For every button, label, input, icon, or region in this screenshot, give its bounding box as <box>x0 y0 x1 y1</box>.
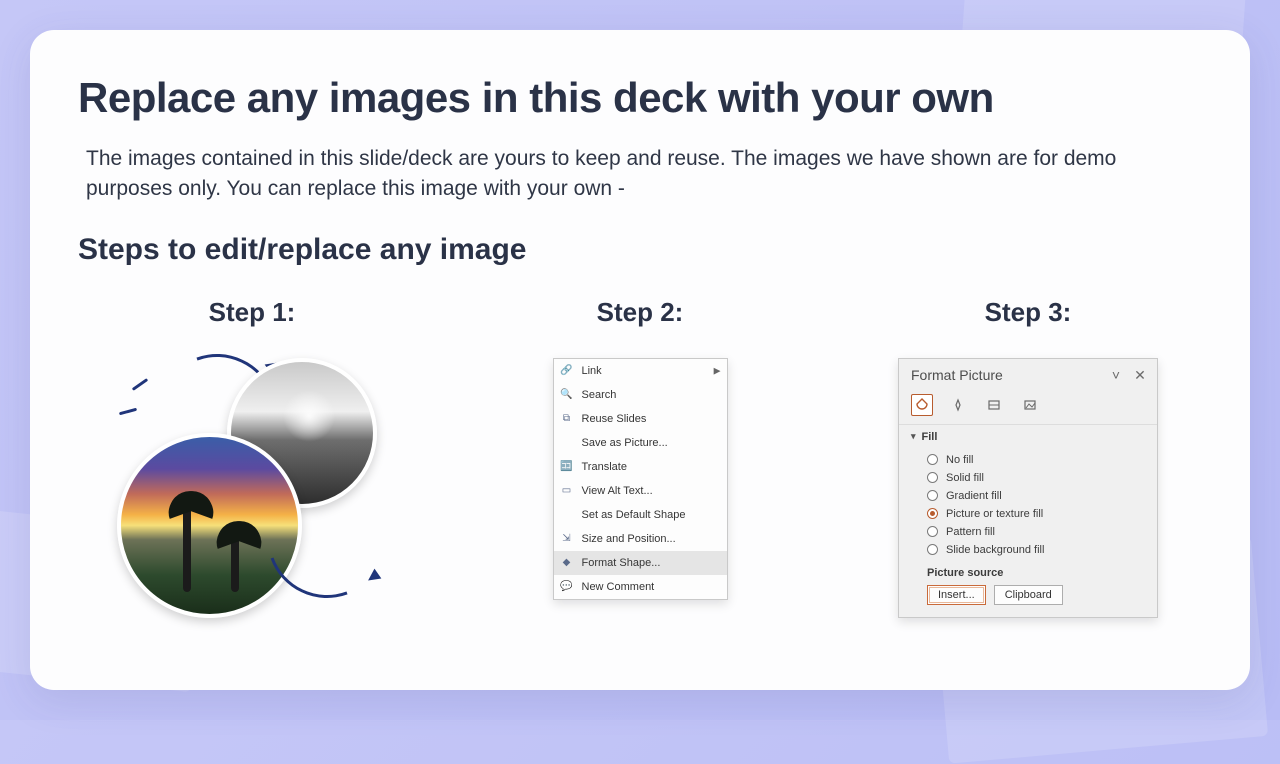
radio-icon <box>927 454 938 465</box>
tab-fill-icon[interactable] <box>911 394 933 416</box>
option-label: Pattern fill <box>946 526 995 538</box>
panel-title: Format Picture <box>911 367 1003 383</box>
menu-default-shape[interactable]: Set as Default Shape <box>554 503 727 527</box>
radio-icon <box>927 544 938 555</box>
step-3-label: Step 3: <box>985 297 1072 328</box>
option-solid-fill[interactable]: Solid fill <box>911 469 1145 487</box>
tab-picture-icon[interactable] <box>1019 394 1041 416</box>
alt-text-icon: ▭ <box>560 484 574 498</box>
close-icon[interactable]: ✕ <box>1133 367 1147 384</box>
menu-item-label: Search <box>582 389 617 401</box>
steps-row: Step 1: Step 2: 🔗 Link <box>78 297 1202 618</box>
menu-item-label: Set as Default Shape <box>582 509 686 521</box>
menu-save-as-picture[interactable]: Save as Picture... <box>554 431 727 455</box>
option-gradient-fill[interactable]: Gradient fill <box>911 487 1145 505</box>
tab-size-icon[interactable] <box>983 394 1005 416</box>
blank-icon <box>560 436 574 450</box>
insert-button[interactable]: Insert... <box>927 585 986 605</box>
slide-subtitle: Steps to edit/replace any image <box>78 233 1202 267</box>
menu-alt-text[interactable]: ▭ View Alt Text... <box>554 479 727 503</box>
clipboard-button[interactable]: Clipboard <box>994 585 1063 605</box>
option-label: Solid fill <box>946 472 984 484</box>
menu-format-shape[interactable]: ◆ Format Shape... <box>554 551 727 575</box>
slide-title: Replace any images in this deck with you… <box>78 74 1202 122</box>
tab-effects-icon[interactable] <box>947 394 969 416</box>
comment-icon: 💬 <box>560 580 574 594</box>
size-icon: ⇲ <box>560 532 574 546</box>
link-icon: 🔗 <box>560 364 574 378</box>
menu-link[interactable]: 🔗 Link ▶ <box>554 359 727 383</box>
collapse-icon[interactable]: ˅ <box>1109 367 1123 383</box>
source-buttons: Insert... Clipboard <box>911 585 1145 605</box>
search-icon: 🔍 <box>560 388 574 402</box>
panel-tabs <box>899 390 1157 424</box>
menu-item-label: Reuse Slides <box>582 413 647 425</box>
option-label: No fill <box>946 454 974 466</box>
menu-item-label: Save as Picture... <box>582 437 668 449</box>
step-2-label: Step 2: <box>597 297 684 328</box>
option-pattern-fill[interactable]: Pattern fill <box>911 523 1145 541</box>
slide-card: Replace any images in this deck with you… <box>30 30 1250 690</box>
option-picture-fill[interactable]: Picture or texture fill <box>911 505 1145 523</box>
option-label: Picture or texture fill <box>946 508 1043 520</box>
menu-reuse-slides[interactable]: ⧉ Reuse Slides <box>554 407 727 431</box>
translate-icon: 🈁 <box>560 460 574 474</box>
menu-size-position[interactable]: ⇲ Size and Position... <box>554 527 727 551</box>
radio-icon <box>927 508 938 519</box>
reuse-icon: ⧉ <box>560 412 574 426</box>
step-1: Step 1: <box>78 297 426 618</box>
context-menu: 🔗 Link ▶ 🔍 Search ⧉ Reuse Slides Save as… <box>553 358 728 600</box>
submenu-arrow-icon: ▶ <box>714 365 721 376</box>
step-3: Step 3: Format Picture ˅ ✕ <box>854 297 1202 618</box>
format-picture-panel: Format Picture ˅ ✕ <box>898 358 1158 618</box>
menu-item-label: View Alt Text... <box>582 485 653 497</box>
panel-header: Format Picture ˅ ✕ <box>899 359 1157 390</box>
radio-icon <box>927 472 938 483</box>
section-title: Fill <box>922 431 938 443</box>
menu-new-comment[interactable]: 💬 New Comment <box>554 575 727 599</box>
radio-icon <box>927 490 938 501</box>
option-label: Slide background fill <box>946 544 1044 556</box>
menu-search[interactable]: 🔍 Search <box>554 383 727 407</box>
step-1-label: Step 1: <box>209 297 296 328</box>
blank-icon <box>560 508 574 522</box>
option-slide-bg-fill[interactable]: Slide background fill <box>911 541 1145 559</box>
format-icon: ◆ <box>560 556 574 570</box>
fill-section: Fill No fill Solid fill Gradient fill <box>899 424 1157 617</box>
option-no-fill[interactable]: No fill <box>911 451 1145 469</box>
section-header[interactable]: Fill <box>911 431 1145 443</box>
slide-description: The images contained in this slide/deck … <box>86 144 1194 205</box>
radio-icon <box>927 526 938 537</box>
menu-item-label: Link <box>582 365 602 377</box>
menu-item-label: Format Shape... <box>582 557 661 569</box>
step-1-illustration <box>117 358 387 618</box>
menu-item-label: New Comment <box>582 581 655 593</box>
menu-translate[interactable]: 🈁 Translate <box>554 455 727 479</box>
menu-item-label: Size and Position... <box>582 533 676 545</box>
step-2: Step 2: 🔗 Link ▶ 🔍 Search ⧉ Reuse Slides <box>466 297 814 618</box>
option-label: Gradient fill <box>946 490 1002 502</box>
menu-item-label: Translate <box>582 461 627 473</box>
picture-source-label: Picture source <box>911 559 1145 585</box>
